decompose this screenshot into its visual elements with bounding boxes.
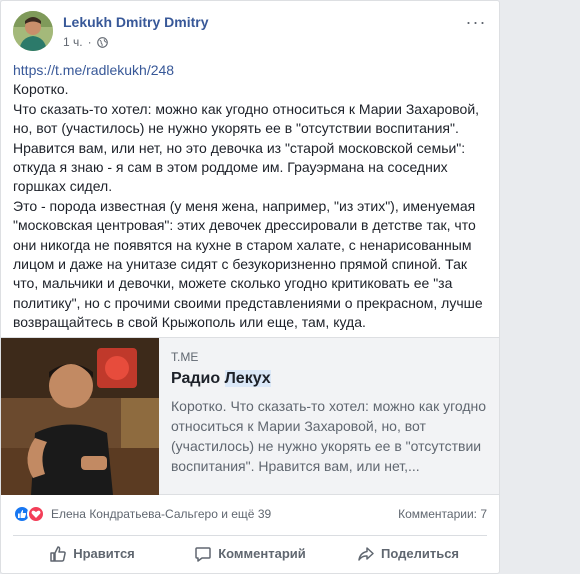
avatar-photo (13, 11, 53, 51)
share-icon (358, 546, 374, 561)
comment-label: Комментарий (218, 546, 306, 561)
thumbs-up-icon (50, 545, 67, 562)
post-link[interactable]: https://t.me/radlekukh/248 (13, 62, 174, 78)
post-paragraph: Коротко. (13, 81, 69, 98)
more-options-icon[interactable]: ··· (465, 11, 487, 33)
post-card: Lekukh Dmitry Dmitry 1 ч. · ··· https://… (0, 0, 500, 574)
post-meta: 1 ч. · (63, 35, 108, 49)
comments-count[interactable]: Комментарии: 7 (398, 507, 487, 521)
comment-icon (195, 546, 211, 562)
author-avatar[interactable] (13, 11, 53, 51)
preview-domain: T.ME (171, 350, 199, 364)
share-button[interactable]: Поделиться (329, 536, 487, 571)
like-label: Нравится (73, 546, 135, 561)
preview-title: Радио Лекух (171, 370, 487, 388)
comment-button[interactable]: Комментарий (171, 536, 329, 571)
reactions-bar: Елена Кондратьева-Сальгеро и ещё 39 Комм… (13, 503, 487, 525)
reaction-icons[interactable] (13, 505, 45, 523)
preview-thumbnail (1, 338, 159, 495)
action-bar: Нравится Комментарий Поделиться (13, 535, 487, 571)
post-time[interactable]: 1 ч. (63, 35, 83, 49)
preview-description: Коротко. Что сказать-то хотел: можно как… (171, 398, 487, 474)
author-name[interactable]: Lekukh Dmitry Dmitry (63, 14, 208, 30)
post-paragraph: Что сказать-то хотел: можно как угодно о… (13, 100, 480, 195)
love-icon (27, 505, 45, 523)
post-header: Lekukh Dmitry Dmitry 1 ч. · ··· (13, 11, 487, 55)
preview-title-prefix: Радио (171, 370, 225, 387)
like-button[interactable]: Нравится (13, 536, 171, 571)
link-preview[interactable]: T.ME Радио Лекух Коротко. Что сказать-то… (1, 337, 499, 495)
globe-icon[interactable] (96, 36, 108, 48)
preview-text: T.ME Радио Лекух Коротко. Что сказать-то… (171, 350, 487, 476)
preview-photo (1, 338, 159, 495)
reaction-names[interactable]: Елена Кондратьева-Сальгеро и ещё 39 (51, 507, 271, 521)
meta-separator: · (87, 35, 92, 49)
preview-title-highlight: Лекух (224, 370, 271, 387)
share-label: Поделиться (380, 546, 460, 561)
post-body: https://t.me/radlekukh/248 Коротко. Что … (13, 61, 491, 333)
post-paragraph: Это - порода известная (у меня жена, нап… (13, 197, 483, 331)
